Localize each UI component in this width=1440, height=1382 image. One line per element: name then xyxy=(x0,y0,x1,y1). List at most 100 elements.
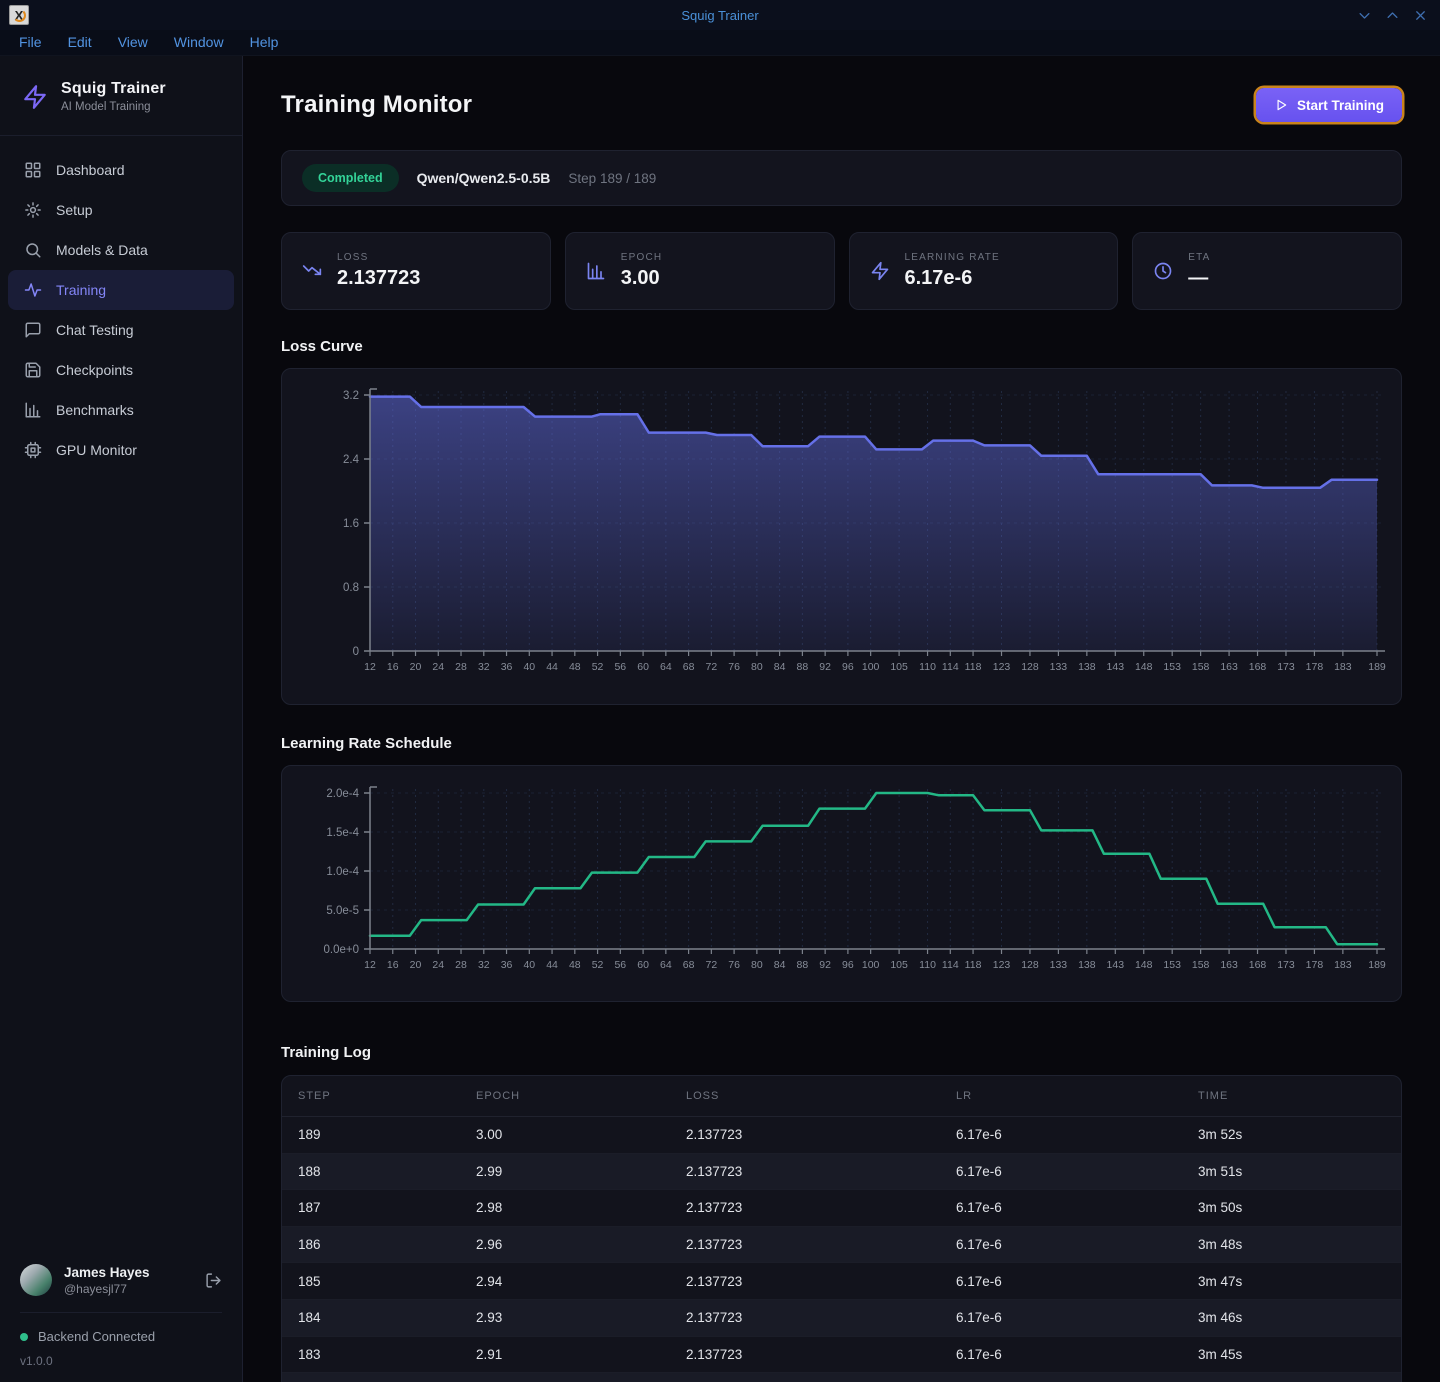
table-cell: 187 xyxy=(282,1200,460,1215)
table-cell: 2.99 xyxy=(460,1164,670,1179)
status-dot xyxy=(20,1333,28,1341)
stat-value: 2.137723 xyxy=(337,267,420,290)
svg-text:1.5e-4: 1.5e-4 xyxy=(326,827,359,839)
sidebar-item-checkpoints[interactable]: Checkpoints xyxy=(8,350,234,390)
stat-card-eta: ETA— xyxy=(1132,232,1402,310)
svg-text:72: 72 xyxy=(706,959,718,971)
maximize-button[interactable] xyxy=(1385,8,1400,23)
svg-text:128: 128 xyxy=(1021,959,1039,971)
menu-edit[interactable]: Edit xyxy=(55,32,105,54)
svg-text:189: 189 xyxy=(1368,959,1386,971)
svg-text:143: 143 xyxy=(1107,661,1125,673)
start-training-button[interactable]: Start Training xyxy=(1256,88,1402,122)
sidebar-item-models-data[interactable]: Models & Data xyxy=(8,230,234,270)
table-cell: 6.17e-6 xyxy=(940,1274,1182,1289)
table-row: 1893.002.1377236.17e-63m 52s xyxy=(282,1117,1401,1154)
svg-text:96: 96 xyxy=(842,661,854,673)
svg-text:40: 40 xyxy=(523,661,535,673)
sidebar-item-label: GPU Monitor xyxy=(56,442,137,458)
table-cell: 6.17e-6 xyxy=(940,1164,1182,1179)
table-cell: 188 xyxy=(282,1164,460,1179)
svg-text:84: 84 xyxy=(774,661,786,673)
svg-text:52: 52 xyxy=(592,661,604,673)
svg-text:44: 44 xyxy=(546,661,558,673)
minimize-button[interactable] xyxy=(1357,8,1372,23)
table-cell: 3m 47s xyxy=(1182,1274,1401,1289)
svg-text:24: 24 xyxy=(432,959,444,971)
sidebar-item-gpu-monitor[interactable]: GPU Monitor xyxy=(8,430,234,470)
table-cell: 3m 50s xyxy=(1182,1200,1401,1215)
stat-label: EPOCH xyxy=(621,252,663,263)
stats-row: LOSS2.137723EPOCH3.00LEARNING RATE6.17e-… xyxy=(281,232,1402,310)
svg-text:123: 123 xyxy=(993,959,1011,971)
lr-schedule-title: Learning Rate Schedule xyxy=(281,735,1402,752)
lr-schedule-card: 2.0e-41.5e-41.0e-45.0e-50.0e+01216202428… xyxy=(281,765,1402,1002)
activity-icon xyxy=(24,281,42,299)
sidebar-item-benchmarks[interactable]: Benchmarks xyxy=(8,390,234,430)
svg-text:133: 133 xyxy=(1050,959,1068,971)
sidebar-item-dashboard[interactable]: Dashboard xyxy=(8,150,234,190)
table-cell: 3.00 xyxy=(460,1127,670,1142)
sidebar: Squig Trainer AI Model Training Dashboar… xyxy=(0,56,243,1382)
svg-text:84: 84 xyxy=(774,959,786,971)
svg-text:64: 64 xyxy=(660,959,672,971)
table-cell: 2.137723 xyxy=(670,1274,940,1289)
svg-text:28: 28 xyxy=(455,661,467,673)
status-badge: Completed xyxy=(302,164,399,192)
table-cell: 2.94 xyxy=(460,1274,670,1289)
bar-chart-icon xyxy=(24,401,42,419)
column-header-time: TIME xyxy=(1182,1090,1401,1102)
training-status-card: Completed Qwen/Qwen2.5-0.5B Step 189 / 1… xyxy=(281,150,1402,206)
svg-text:88: 88 xyxy=(797,959,809,971)
loss-curve-title: Loss Curve xyxy=(281,338,1402,355)
close-button[interactable] xyxy=(1413,8,1428,23)
save-icon xyxy=(24,361,42,379)
svg-text:105: 105 xyxy=(890,661,908,673)
sidebar-bottom: James Hayes @hayesjl77 Backend Connected… xyxy=(0,1248,242,1382)
table-cell: 2.137723 xyxy=(670,1127,940,1142)
menu-window[interactable]: Window xyxy=(161,32,237,54)
svg-text:110: 110 xyxy=(919,661,936,673)
svg-text:56: 56 xyxy=(614,959,626,971)
table-cell: 2.91 xyxy=(460,1347,670,1362)
play-icon xyxy=(1274,98,1288,112)
window-controls xyxy=(1357,0,1428,30)
table-cell: 2.137723 xyxy=(670,1164,940,1179)
svg-text:64: 64 xyxy=(660,661,672,673)
sidebar-item-chat-testing[interactable]: Chat Testing xyxy=(8,310,234,350)
menu-view[interactable]: View xyxy=(105,32,161,54)
svg-text:178: 178 xyxy=(1306,661,1324,673)
sidebar-item-label: Chat Testing xyxy=(56,322,134,338)
table-row: 1872.982.1377236.17e-63m 50s xyxy=(282,1190,1401,1227)
search-icon xyxy=(24,241,42,259)
table-cell: 6.17e-6 xyxy=(940,1347,1182,1362)
svg-text:163: 163 xyxy=(1220,661,1238,673)
svg-text:2.4: 2.4 xyxy=(343,454,360,466)
menu-file[interactable]: File xyxy=(6,32,55,54)
sidebar-item-label: Checkpoints xyxy=(56,362,133,378)
sidebar-item-training[interactable]: Training xyxy=(8,270,234,310)
table-cell: 6.17e-6 xyxy=(940,1237,1182,1252)
svg-text:36: 36 xyxy=(501,959,513,971)
svg-text:168: 168 xyxy=(1249,661,1267,673)
svg-text:88: 88 xyxy=(797,661,809,673)
stat-value: 3.00 xyxy=(621,267,663,290)
table-row-partial xyxy=(282,1373,1401,1382)
sidebar-item-setup[interactable]: Setup xyxy=(8,190,234,230)
svg-text:114: 114 xyxy=(942,959,959,971)
table-cell: 3m 51s xyxy=(1182,1164,1401,1179)
logout-icon[interactable] xyxy=(205,1272,222,1289)
svg-text:1.6: 1.6 xyxy=(343,518,359,530)
svg-text:189: 189 xyxy=(1368,661,1386,673)
menu-help[interactable]: Help xyxy=(237,32,292,54)
svg-text:76: 76 xyxy=(728,959,740,971)
gear-icon xyxy=(24,201,42,219)
table-cell: 6.17e-6 xyxy=(940,1200,1182,1215)
window-title: Squig Trainer xyxy=(0,8,1440,23)
sidebar-item-label: Dashboard xyxy=(56,162,125,178)
user-handle: @hayesjl77 xyxy=(64,1282,150,1296)
svg-text:0.8: 0.8 xyxy=(343,582,359,594)
table-row: 1832.912.1377236.17e-63m 45s xyxy=(282,1337,1401,1374)
svg-text:56: 56 xyxy=(614,661,626,673)
svg-text:20: 20 xyxy=(410,661,422,673)
